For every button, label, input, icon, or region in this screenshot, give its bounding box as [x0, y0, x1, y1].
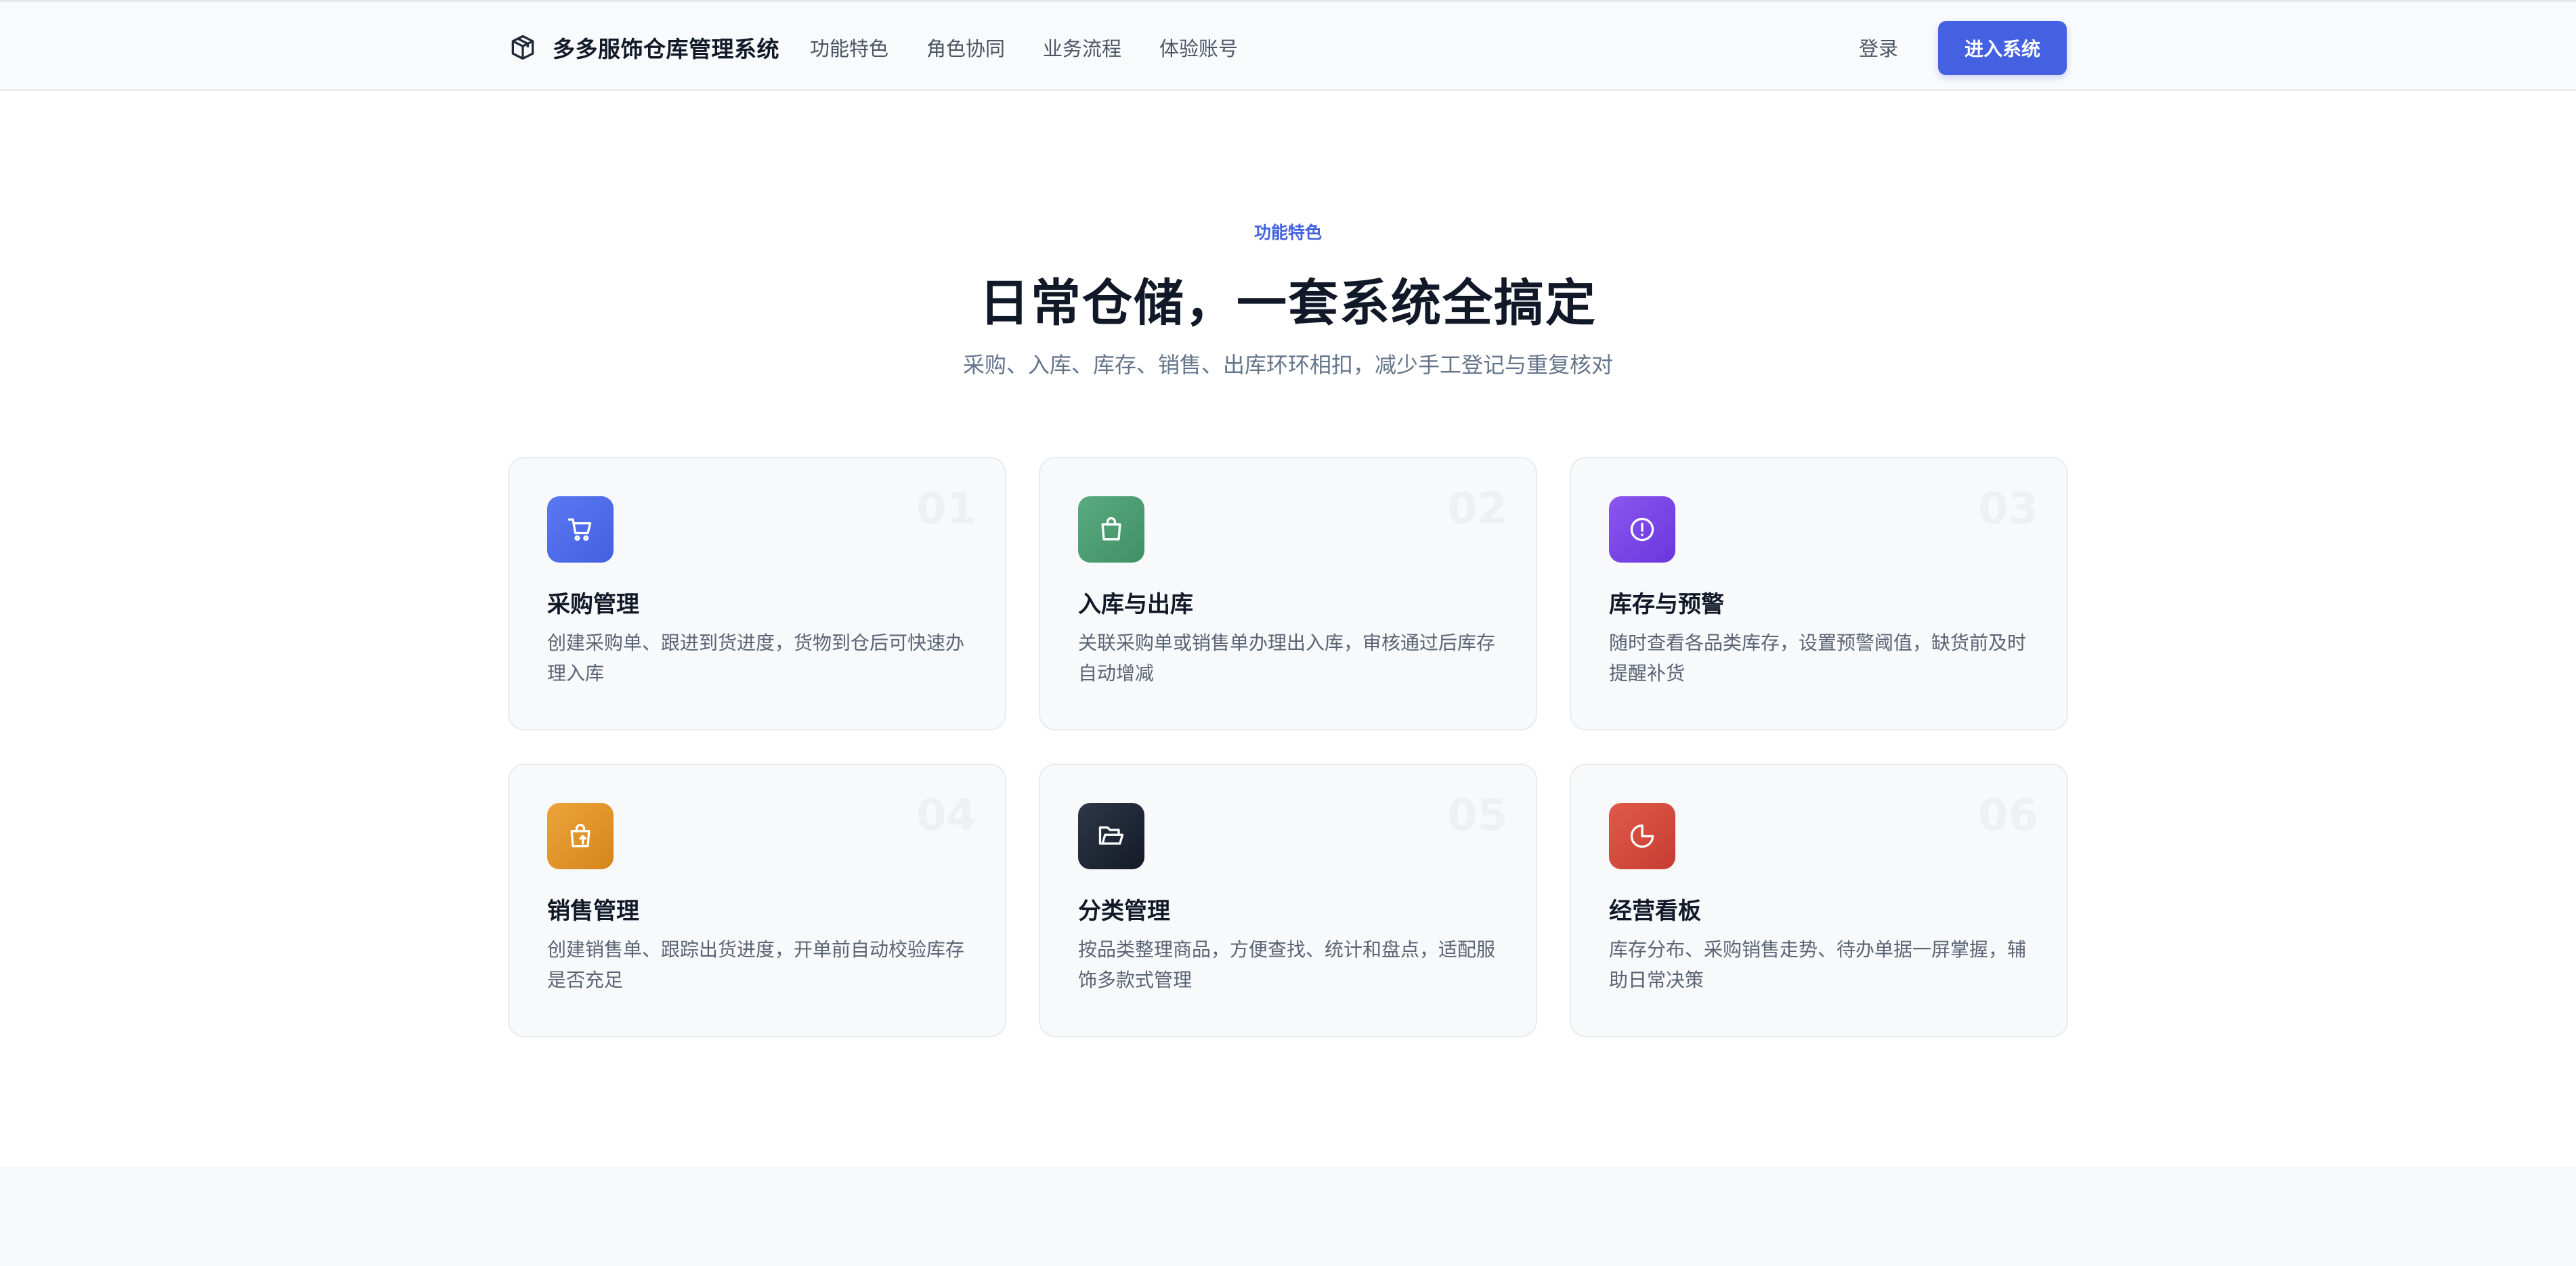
- brand-name: 多多服饰仓库管理系统: [553, 36, 779, 62]
- shopping-bag-up-icon: [547, 803, 614, 869]
- cart-icon: [547, 496, 614, 563]
- nav-links: 功能特色 角色协同 业务流程 体验账号: [810, 32, 1276, 63]
- nav-link-workflow[interactable]: 业务流程: [1043, 33, 1121, 62]
- card-title: 分类管理: [1078, 898, 1170, 925]
- nav-link-roles[interactable]: 角色协同: [926, 33, 1005, 62]
- card-number: 04: [916, 791, 976, 841]
- card-description: 创建采购单、跟进到货进度，货物到仓后可快速办理入库: [547, 632, 965, 684]
- card-title: 采购管理: [547, 591, 639, 618]
- card-number: 06: [1977, 791, 2038, 841]
- card-description: 创建销售单、跟踪出货进度，开单前自动校验库存是否充足: [547, 938, 965, 991]
- bag-icon: [1078, 496, 1144, 563]
- section-title: 日常仓储，一套系统全搞定: [979, 274, 1597, 332]
- card-description: 按品类整理商品，方便查找、统计和盘点，适配服饰多款式管理: [1078, 938, 1496, 991]
- card-number: 05: [1446, 791, 1507, 841]
- card-title: 销售管理: [547, 898, 639, 925]
- section-subtitle: 采购、入库、库存、销售、出库环环相扣，减少手工登记与重复核对: [962, 352, 1613, 378]
- package-icon: [511, 35, 534, 60]
- feature-card-inventory-alert: 03 库存与预警 随时查看各品类库存，设置预警阈值，缺货前及时提醒补货: [1570, 457, 2068, 730]
- top-navigation: 多多服饰仓库管理系统 功能特色 角色协同 业务流程 体验账号 登录 进入系统: [0, 0, 2576, 91]
- card-number: 02: [1446, 484, 1507, 534]
- card-description: 关联采购单或销售单办理出入库，审核通过后库存自动增减: [1078, 632, 1496, 684]
- card-title: 经营看板: [1609, 898, 1701, 925]
- card-title: 库存与预警: [1609, 591, 1724, 618]
- alert-icon: [1609, 496, 1675, 563]
- feature-card-sales: 04 销售管理 创建销售单、跟踪出货进度，开单前自动校验库存是否充足: [508, 764, 1006, 1037]
- card-description: 随时查看各品类库存，设置预警阈值，缺货前及时提醒补货: [1609, 632, 2027, 684]
- feature-card-category: 05 分类管理 按品类整理商品，方便查找、统计和盘点，适配服饰多款式管理: [1039, 764, 1537, 1037]
- nav-link-features[interactable]: 功能特色: [810, 33, 888, 62]
- section-eyebrow: 功能特色: [1253, 223, 1322, 242]
- card-description: 库存分布、采购销售走势、待办单据一屏掌握，辅助日常决策: [1609, 938, 2027, 991]
- card-title: 入库与出库: [1078, 591, 1193, 618]
- card-number: 03: [1977, 484, 2038, 534]
- enter-system-button[interactable]: 进入系统: [1938, 21, 2067, 75]
- next-section-background: [0, 1167, 2576, 1266]
- card-number: 01: [916, 484, 976, 534]
- folder-icon: [1078, 803, 1144, 869]
- feature-card-dashboard: 06 经营看板 库存分布、采购销售走势、待办单据一屏掌握，辅助日常决策: [1570, 764, 2068, 1037]
- feature-card-inbound-outbound: 02 入库与出库 关联采购单或销售单办理出入库，审核通过后库存自动增减: [1039, 457, 1537, 730]
- nav-link-demo-accounts[interactable]: 体验账号: [1159, 33, 1238, 62]
- pie-chart-icon: [1609, 803, 1675, 869]
- brand[interactable]: 多多服饰仓库管理系统: [508, 29, 779, 66]
- feature-card-purchase: 01 采购管理 创建采购单、跟进到货进度，货物到仓后可快速办理入库: [508, 457, 1006, 730]
- login-link[interactable]: 登录: [1859, 33, 1898, 62]
